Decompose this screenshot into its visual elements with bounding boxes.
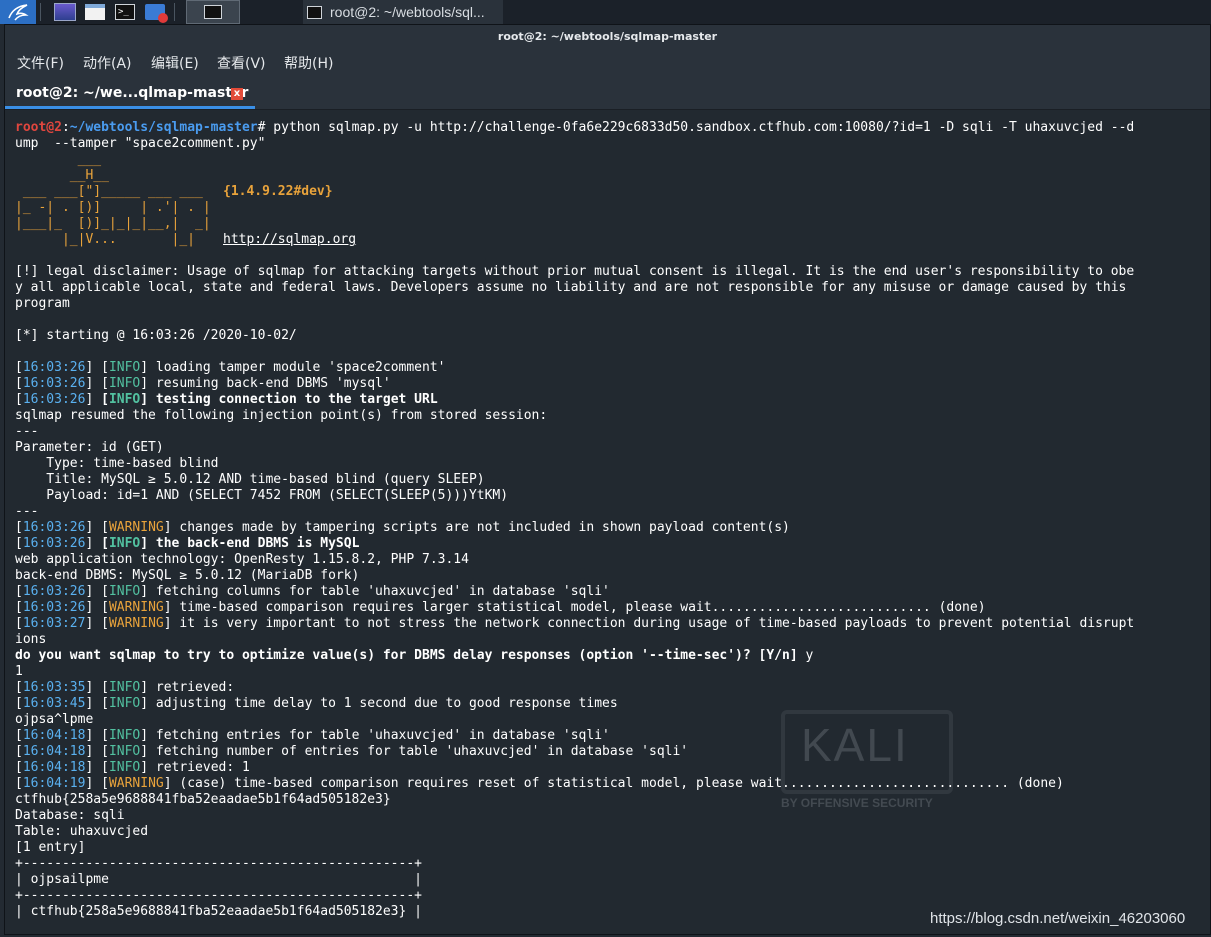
log-line: [16:03:45] [INFO] adjusting time delay t… <box>15 696 618 711</box>
table-line: Table: uhaxuvcjed <box>15 824 149 839</box>
prompt-path: ~/webtools/sqlmap-master <box>69 120 258 135</box>
prompt-line: root@2:~/webtools/sqlmap-master# python … <box>15 120 1134 136</box>
log-line: [16:03:26] [INFO] fetching columns for t… <box>15 584 610 599</box>
log-line: [16:03:26] [WARNING] time-based comparis… <box>15 600 986 615</box>
menu-file[interactable]: 文件(F) <box>17 49 64 79</box>
menu-help[interactable]: 帮助(H) <box>284 49 333 79</box>
log-line: [16:03:26] [INFO] testing connection to … <box>15 392 438 407</box>
menu-bar: 文件(F) 动作(A) 编辑(E) 查看(V) 帮助(H) <box>5 49 1210 81</box>
terminal-icon <box>204 5 222 19</box>
tab-terminal[interactable]: root@2: ~/we...qlmap-master x <box>5 81 255 109</box>
resumed-line: sqlmap resumed the following injection p… <box>15 408 548 423</box>
terminal-icon[interactable]: >_ <box>112 0 138 24</box>
log-line: [16:04:18] [INFO] retrieved: 1 <box>15 760 250 775</box>
log-line: [16:03:26] [INFO] loading tamper module … <box>15 360 446 375</box>
window-title: root@2: ~/webtools/sqlmap-master <box>5 25 1210 49</box>
menu-edit[interactable]: 编辑(E) <box>151 49 199 79</box>
result-table-header: | ojpsailpme | <box>15 872 422 887</box>
result-table-border: +---------------------------------------… <box>15 888 422 903</box>
disclaimer-line: [!] legal disclaimer: Usage of sqlmap fo… <box>15 264 1135 279</box>
webapp-line: web application technology: OpenResty 1.… <box>15 552 469 567</box>
sqlmap-logo-line: |_ -| . [)] | .'| . | <box>15 200 211 215</box>
workspace-icon[interactable] <box>52 0 78 24</box>
taskbar-separator <box>40 3 41 21</box>
log-line: [16:03:35] [INFO] retrieved: <box>15 680 235 695</box>
tab-bar: root@2: ~/we...qlmap-master x <box>5 81 1210 110</box>
tab-label: root@2: ~/we...qlmap-master <box>16 85 249 101</box>
terminal-window: root@2: ~/webtools/sqlmap-master 文件(F) 动… <box>4 24 1211 935</box>
injection-payload-line: Payload: id=1 AND (SELECT 7452 FROM (SEL… <box>15 488 509 503</box>
injection-title-line: Title: MySQL ≥ 5.0.12 AND time-based bli… <box>15 472 485 487</box>
backend-line: back-end DBMS: MySQL ≥ 5.0.12 (MariaDB f… <box>15 568 360 583</box>
result-table-border: +---------------------------------------… <box>15 856 422 871</box>
command-continuation: ump --tamper "space2comment.py" <box>15 136 266 151</box>
menu-view[interactable]: 查看(V) <box>217 49 266 79</box>
active-terminal-task[interactable] <box>186 0 240 24</box>
log-line: [16:03:26] [WARNING] changes made by tam… <box>15 520 790 535</box>
log-line: [16:03:26] [INFO] resuming back-end DBMS… <box>15 376 391 391</box>
terminal-output[interactable]: KALI BY OFFENSIVE SECURITY root@2:~/webt… <box>5 110 1210 934</box>
kali-watermark-logo: KALI <box>801 719 909 771</box>
taskbar: >_ root@2: ~/webtools/sql... <box>0 0 1211 24</box>
log-line: [16:03:27] [WARNING] it is very importan… <box>15 616 1135 631</box>
sqlmap-logo-line: __H__ <box>15 168 109 183</box>
entries-line: [1 entry] <box>15 840 86 855</box>
command-text: python sqlmap.py -u http://challenge-0fa… <box>273 120 1135 135</box>
injection-type-line: Type: time-based blind <box>15 456 219 471</box>
taskbar-separator <box>174 3 175 21</box>
sqlmap-version: {1.4.9.22#dev} <box>223 184 333 199</box>
flag-line: ctfhub{258a5e9688841fba52eaadae5b1f64ad5… <box>15 792 391 807</box>
prompt-colon: : <box>61 120 70 135</box>
log-line: [16:04:19] [WARNING] (case) time-based c… <box>15 776 1064 791</box>
taskbar-window-button[interactable]: root@2: ~/webtools/sql... <box>303 0 503 24</box>
taskbar-window-title: root@2: ~/webtools/sql... <box>330 4 485 20</box>
sqlmap-logo-line: |_|V... |_| <box>15 232 219 247</box>
wrapped-line: ions <box>15 632 47 647</box>
log-line: [16:03:26] [INFO] the back-end DBMS is M… <box>15 536 360 551</box>
output-line: ojpsa^lpme <box>15 712 94 727</box>
file-manager-icon[interactable] <box>82 0 108 24</box>
sqlmap-site-link[interactable]: http://sqlmap.org <box>223 232 356 248</box>
output-line: 1 <box>15 664 23 679</box>
log-line: [16:04:18] [INFO] fetching number of ent… <box>15 744 689 759</box>
disclaimer-line: y all applicable local, state and federa… <box>15 280 1127 295</box>
separator-line: --- <box>15 504 39 519</box>
starting-line: [*] starting @ 16:03:26 /2020-10-02/ <box>15 328 297 343</box>
terminal-icon <box>307 5 322 19</box>
sqlmap-logo-line: ___ <box>15 152 102 167</box>
screen-recorder-icon[interactable] <box>142 0 168 24</box>
close-tab-icon[interactable]: x <box>231 88 243 100</box>
sqlmap-logo-line: ___ ___["]_____ ___ ___ <box>15 184 211 199</box>
log-line: [16:04:18] [INFO] fetching entries for t… <box>15 728 610 743</box>
prompt-symbol: # <box>257 120 274 135</box>
kali-menu-icon[interactable] <box>0 0 36 24</box>
prompt-user: root@2 <box>15 120 62 135</box>
kali-watermark-subtitle: BY OFFENSIVE SECURITY <box>781 796 933 810</box>
sqlmap-logo-line: |___|_ [)]_|_|_|__,| _| <box>15 216 211 231</box>
question-line: do you want sqlmap to try to optimize va… <box>15 648 814 663</box>
separator-line: --- <box>15 424 39 439</box>
database-line: Database: sqli <box>15 808 125 823</box>
menu-action[interactable]: 动作(A) <box>83 49 132 79</box>
result-table-row: | ctfhub{258a5e9688841fba52eaadae5b1f64a… <box>15 904 422 919</box>
parameter-line: Parameter: id (GET) <box>15 440 164 455</box>
csdn-watermark: https://blog.csdn.net/weixin_46203060 <box>930 910 1186 927</box>
disclaimer-line: program <box>15 296 70 311</box>
